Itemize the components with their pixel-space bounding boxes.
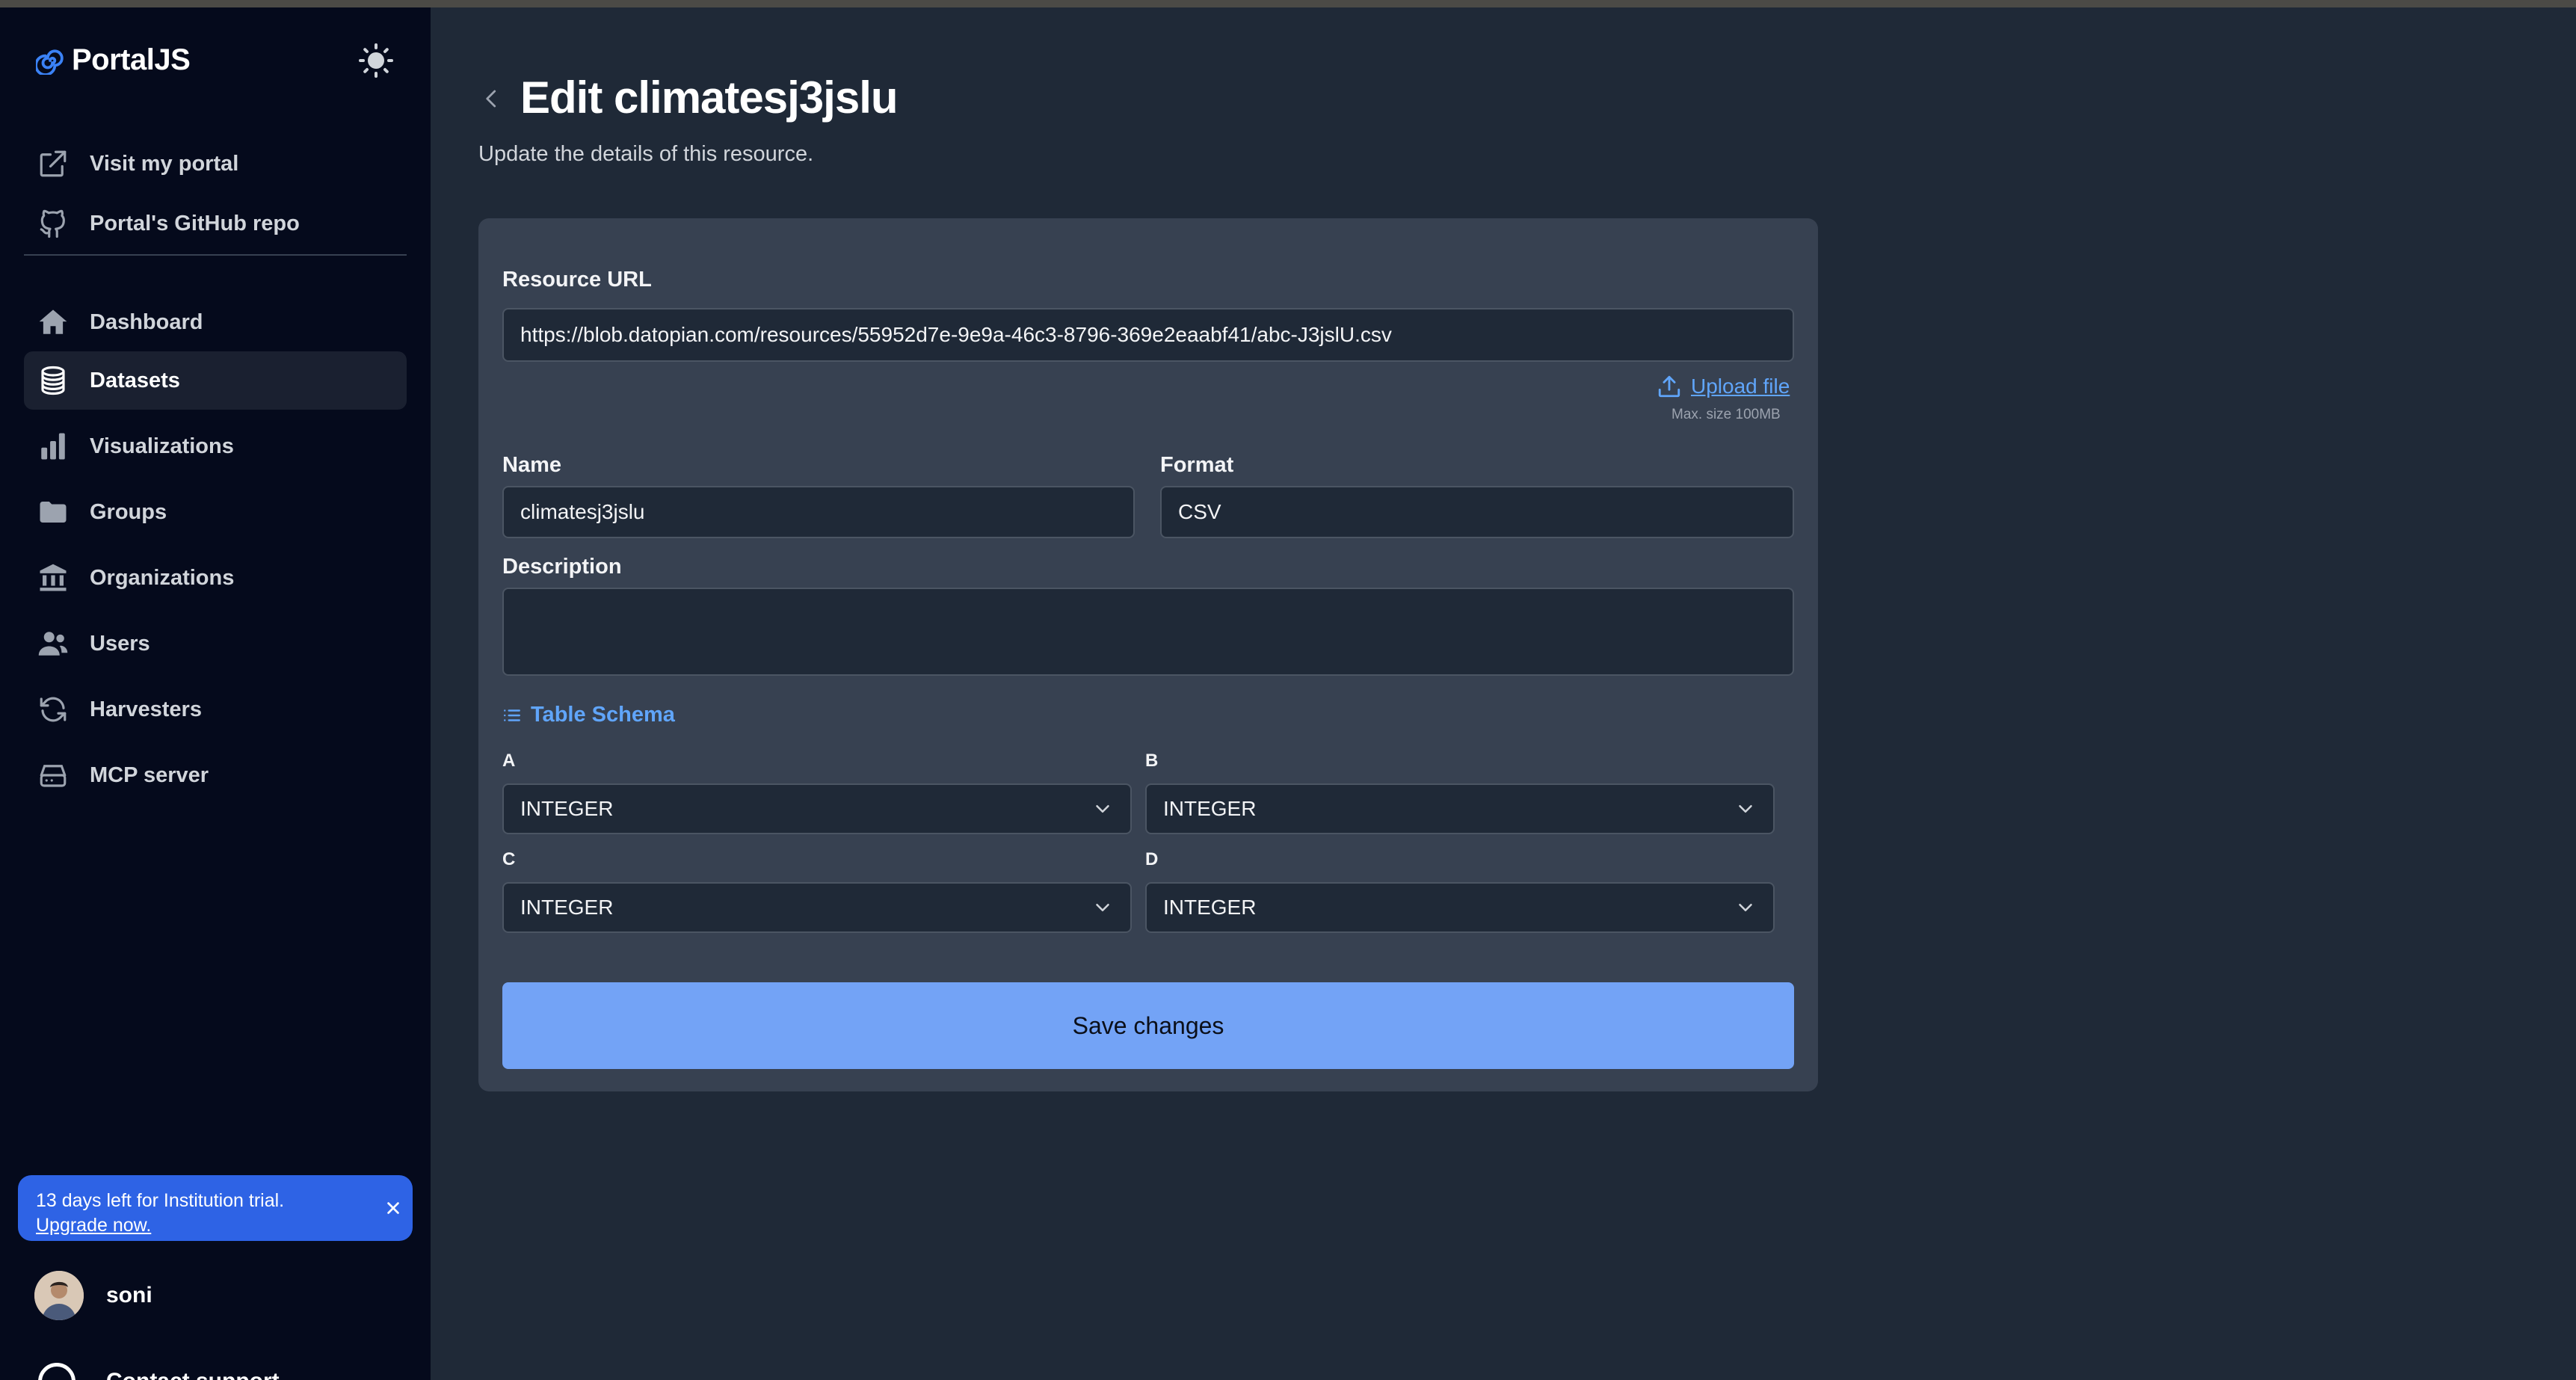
folder-icon	[36, 495, 70, 529]
sidebar-item-label: Organizations	[90, 565, 235, 590]
sidebar-item-label: Visualizations	[90, 434, 234, 458]
users-icon	[36, 626, 70, 661]
sidebar-item-label: Groups	[90, 499, 167, 524]
sidebar-item-harvesters[interactable]: Harvesters	[24, 680, 407, 739]
upload-icon	[1658, 375, 1680, 398]
save-changes-button[interactable]: Save changes	[502, 982, 1794, 1069]
avatar	[34, 1271, 84, 1320]
theme-toggle-button[interactable]	[356, 40, 396, 81]
schema-type-value: INTEGER	[520, 896, 614, 919]
page-title: Edit climatesj3jslu	[520, 73, 899, 123]
description-textarea[interactable]	[502, 588, 1794, 676]
sidebar-item-label: MCP server	[90, 763, 209, 787]
name-input[interactable]	[502, 486, 1135, 538]
sidebar-item-groups[interactable]: Groups	[24, 483, 407, 541]
sidebar-item-label: Datasets	[90, 368, 180, 392]
schema-type-select[interactable]: INTEGER	[1145, 882, 1775, 933]
sun-icon	[359, 43, 393, 78]
max-size-hint: Max. size 100MB	[1671, 407, 1781, 422]
upload-file-button[interactable]: Upload file	[1657, 374, 1790, 399]
chevron-down-icon	[1096, 904, 1109, 911]
chevron-left-icon	[486, 90, 496, 108]
resource-url-input[interactable]	[502, 308, 1794, 362]
schema-type-value: INTEGER	[520, 797, 614, 820]
schema-column-label: A	[502, 751, 516, 771]
user-menu[interactable]: soni	[34, 1271, 152, 1320]
database-icon	[36, 363, 70, 398]
table-schema-label: Table Schema	[531, 703, 675, 727]
brand-name: PortalJS	[72, 43, 191, 76]
sidebar-item-visualizations[interactable]: Visualizations	[24, 417, 407, 475]
schema-column-label: C	[502, 849, 516, 869]
github-icon	[36, 206, 70, 241]
refresh-icon	[36, 692, 70, 727]
chevron-down-icon	[1739, 904, 1752, 911]
table-schema-toggle[interactable]: Table Schema	[502, 703, 675, 727]
contact-support-link[interactable]: Contact support	[34, 1359, 280, 1380]
format-label: Format	[1160, 453, 1234, 477]
schema-type-select[interactable]: INTEGER	[1145, 783, 1775, 834]
trial-message: 13 days left for Institution trial.	[36, 1190, 285, 1211]
chevron-down-icon	[1739, 805, 1752, 813]
bar-chart-icon	[36, 429, 70, 463]
server-icon	[36, 758, 70, 792]
github-repo-label: Portal's GitHub repo	[90, 211, 300, 235]
sidebar-divider	[24, 254, 407, 256]
sidebar-item-label: Users	[90, 631, 150, 656]
brand[interactable]: PortalJS	[36, 43, 191, 77]
sidebar-item-users[interactable]: Users	[24, 614, 407, 673]
chevron-down-icon	[1096, 805, 1109, 813]
external-link-icon	[36, 147, 70, 181]
sidebar-item-label: Harvesters	[90, 697, 202, 721]
visit-portal-label: Visit my portal	[90, 151, 239, 176]
page-subtitle: Update the details of this resource.	[478, 142, 814, 166]
sidebar-item-dashboard[interactable]: Dashboard	[24, 293, 407, 351]
bank-icon	[36, 561, 70, 595]
sidebar: PortalJS Visit my portal Portal's GitHub…	[0, 7, 431, 1380]
schema-column-label: B	[1145, 751, 1159, 771]
schema-type-select[interactable]: INTEGER	[502, 783, 1132, 834]
back-button[interactable]	[475, 82, 508, 115]
name-label: Name	[502, 453, 561, 477]
description-label: Description	[502, 555, 622, 579]
sidebar-item-datasets[interactable]: Datasets	[24, 351, 407, 410]
schema-type-select[interactable]: INTEGER	[502, 882, 1132, 933]
sidebar-item-mcp-server[interactable]: MCP server	[24, 746, 407, 804]
upload-file-label: Upload file	[1691, 375, 1790, 398]
trial-banner: 13 days left for Institution trial. Upgr…	[18, 1175, 413, 1241]
visit-portal-link[interactable]: Visit my portal	[24, 135, 407, 193]
github-repo-link[interactable]: Portal's GitHub repo	[24, 194, 407, 253]
portaljs-logo-icon	[36, 49, 64, 75]
contact-support-label: Contact support	[106, 1369, 280, 1380]
user-name: soni	[106, 1283, 152, 1307]
schema-type-value: INTEGER	[1163, 896, 1257, 919]
schema-column-label: D	[1145, 849, 1159, 869]
sidebar-item-organizations[interactable]: Organizations	[24, 549, 407, 607]
schema-type-value: INTEGER	[1163, 797, 1257, 820]
format-input[interactable]	[1160, 486, 1794, 538]
close-icon[interactable]	[380, 1195, 407, 1222]
upgrade-link[interactable]: Upgrade now.	[36, 1213, 395, 1238]
resource-url-label: Resource URL	[502, 268, 652, 292]
list-icon	[504, 709, 520, 721]
headset-icon	[38, 1363, 76, 1380]
sidebar-item-label: Dashboard	[90, 309, 203, 334]
window-top-bar	[0, 0, 2576, 7]
home-icon	[36, 305, 70, 339]
